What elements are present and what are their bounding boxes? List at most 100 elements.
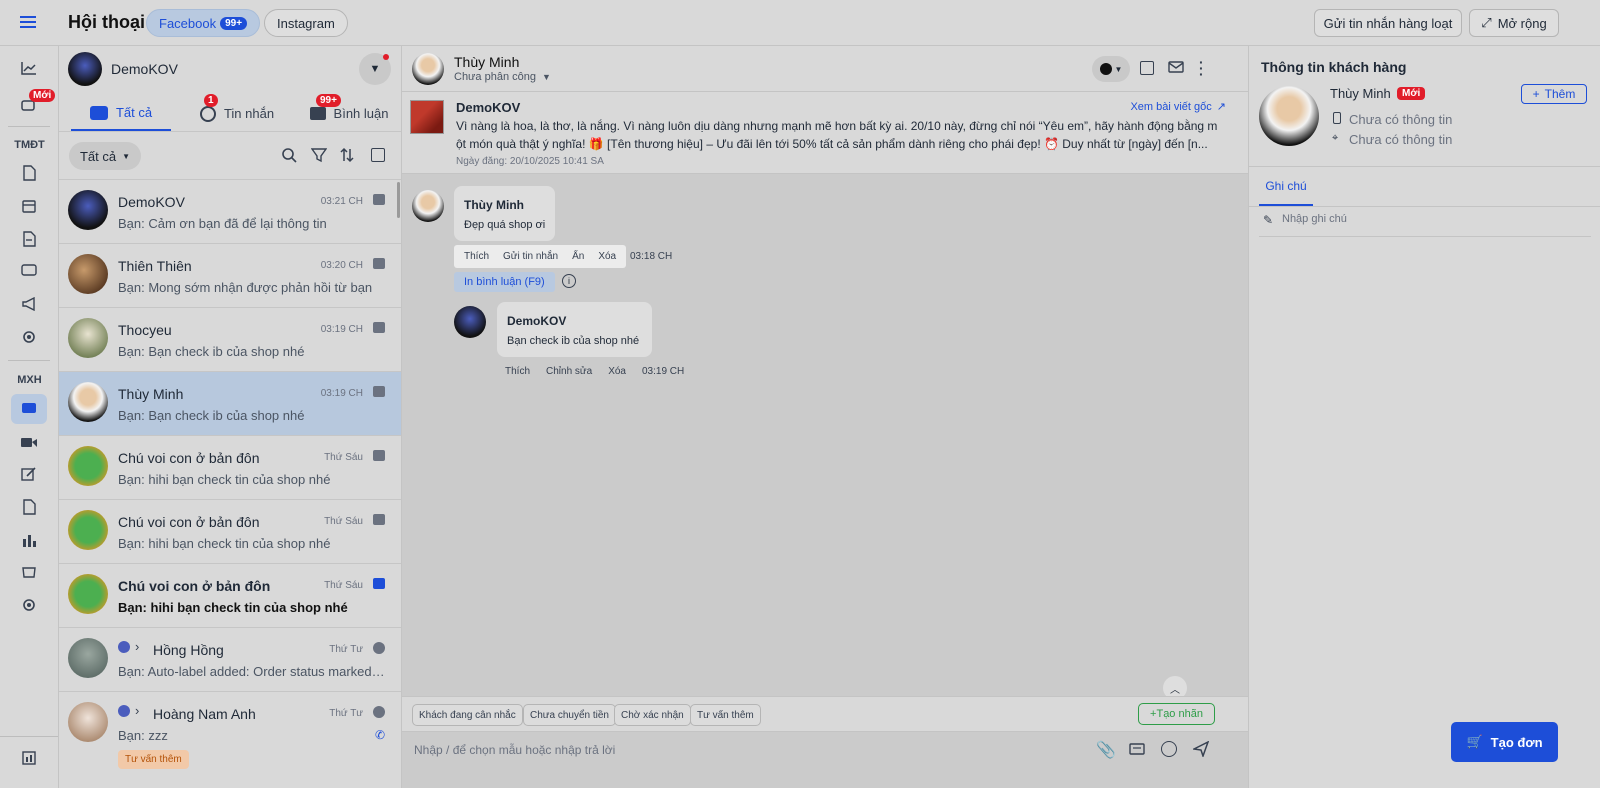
quick-tag[interactable]: Khách đang cân nhắc bbox=[412, 704, 523, 726]
view-original-post-link[interactable]: Xem bài viết gốc ↗ bbox=[1130, 100, 1226, 113]
filter-icon[interactable] bbox=[310, 147, 328, 166]
messenger-channel-icon bbox=[373, 642, 385, 654]
shop-settings-icon[interactable] bbox=[17, 560, 41, 584]
delete-action[interactable]: Xóa bbox=[608, 366, 626, 377]
file-icon[interactable] bbox=[17, 495, 41, 519]
import-icon[interactable] bbox=[17, 227, 41, 251]
info-title: Thông tin khách hàng bbox=[1261, 59, 1407, 75]
search-icon[interactable] bbox=[281, 147, 297, 166]
conversation-item[interactable]: DemoKOV 03:21 CH Bạn: Cảm ơn bạn đã để l… bbox=[59, 180, 401, 244]
create-order-button[interactable]: 🛒 Tạo đơn bbox=[1451, 722, 1558, 762]
conversation-item[interactable]: Chú voi con ở bản đôn Thứ Sáu Bạn: hihi … bbox=[59, 436, 401, 500]
commenter-avatar[interactable] bbox=[412, 190, 444, 222]
send-icon[interactable] bbox=[1191, 740, 1210, 760]
avatar bbox=[68, 382, 108, 422]
reply-input[interactable]: Nhập / để chọn mẫu hoặc nhập trả lời bbox=[414, 743, 1064, 757]
like-action[interactable]: Thích bbox=[505, 366, 530, 377]
tab-instagram[interactable]: Instagram bbox=[264, 9, 348, 37]
message-icon[interactable] bbox=[17, 259, 41, 283]
conversation-item-selected[interactable]: Thùy Minh 03:19 CH Bạn: Bạn check ib của… bbox=[59, 372, 401, 436]
new-badge: Mới bbox=[29, 89, 56, 102]
tab-all[interactable]: Tất cả bbox=[71, 96, 171, 131]
template-icon[interactable] bbox=[1129, 743, 1145, 760]
attachment-icon[interactable]: 📎 bbox=[1096, 740, 1116, 760]
conversation-item-unread[interactable]: Chú voi con ở bản đôn Thứ Sáu Bạn: hihi … bbox=[59, 564, 401, 628]
note-input[interactable]: Nhập ghi chú bbox=[1282, 213, 1347, 225]
box-icon[interactable] bbox=[17, 194, 41, 218]
messenger-icon bbox=[199, 105, 216, 122]
conversation-item[interactable]: Chú voi con ở bản đôn Thứ Sáu Bạn: hihi … bbox=[59, 500, 401, 564]
assign-dropdown[interactable]: Chưa phân công ▼ bbox=[454, 71, 551, 83]
chat-header: Thùy Minh Chưa phân công ▼ ▼ · · · bbox=[402, 46, 1248, 92]
conversation-item[interactable]: › Hồng Hồng Thứ Tư Bạn: Auto-label added… bbox=[59, 628, 401, 692]
edit-action[interactable]: Chỉnh sửa bbox=[546, 366, 592, 377]
chat-avatar[interactable] bbox=[412, 53, 444, 85]
comment-bubble: Thùy Minh Đẹp quá shop ơi bbox=[454, 186, 555, 241]
document-icon[interactable] bbox=[17, 161, 41, 185]
edit-icon[interactable] bbox=[17, 462, 41, 486]
comment-icon bbox=[309, 107, 326, 120]
avatar bbox=[68, 638, 108, 678]
conversation-item[interactable]: Thiên Thiên 03:20 CH Bạn: Mong sớm nhận … bbox=[59, 244, 401, 308]
gear-icon[interactable] bbox=[17, 593, 41, 617]
post-text-line1: Vì nàng là hoa, là thơ, là nắng. Vì nàng… bbox=[456, 119, 1218, 133]
add-info-button[interactable]: + Thêm bbox=[1521, 84, 1587, 104]
analytics-icon[interactable] bbox=[17, 56, 41, 80]
caret-down-icon: ▼ bbox=[122, 151, 131, 161]
avatar bbox=[68, 702, 108, 742]
customer-avatar[interactable] bbox=[1259, 86, 1319, 146]
chat-panel: Thùy Minh Chưa phân công ▼ ▼ · · · DemoKOV … bbox=[402, 46, 1249, 788]
delete-action[interactable]: Xóa bbox=[598, 251, 616, 262]
comment-text: Đẹp quá shop ơi bbox=[464, 219, 546, 231]
like-action[interactable]: Thích bbox=[464, 251, 489, 262]
cart-icon: 🛒 bbox=[1466, 734, 1483, 749]
more-options-icon[interactable]: · · · bbox=[1199, 55, 1204, 81]
avatar bbox=[68, 574, 108, 614]
tab-messages[interactable]: Tin nhắn bbox=[187, 96, 287, 131]
external-link-icon: ↗ bbox=[1216, 101, 1226, 113]
new-customer-badge: Mới bbox=[1397, 87, 1426, 100]
reply-author-avatar[interactable] bbox=[454, 306, 486, 338]
quick-tag[interactable]: Tư vấn thêm bbox=[690, 704, 761, 726]
conversation-item[interactable]: › Hoàng Nam Anh Thứ Tư Bạn: zzz ✆ Tư vấn… bbox=[59, 692, 401, 788]
conversation-item[interactable]: Thocyeu 03:19 CH Bạn: Bạn check ib của s… bbox=[59, 308, 401, 372]
tab-facebook[interactable]: Facebook 99+ bbox=[146, 9, 261, 37]
report-icon[interactable] bbox=[17, 746, 41, 770]
settings-icon[interactable] bbox=[17, 325, 41, 349]
megaphone-icon[interactable] bbox=[17, 292, 41, 316]
expand-button[interactable]: ⤢ Mở rộng bbox=[1469, 9, 1559, 37]
hide-action[interactable]: Ẩn bbox=[572, 251, 584, 262]
print-comment-button[interactable]: In bình luận (F9) bbox=[454, 272, 555, 292]
video-icon[interactable] bbox=[17, 430, 41, 454]
bulk-send-button[interactable]: Gửi tin nhắn hàng loạt bbox=[1314, 9, 1462, 37]
social-chat-icon[interactable] bbox=[11, 394, 47, 424]
info-icon[interactable]: i bbox=[562, 274, 576, 288]
account-avatar[interactable] bbox=[68, 52, 102, 86]
select-checkbox-icon[interactable] bbox=[1140, 61, 1154, 75]
menu-icon[interactable] bbox=[20, 14, 38, 30]
location-icon: ⌖ bbox=[1332, 132, 1339, 144]
account-name: DemoKOV bbox=[111, 61, 178, 77]
quick-tag[interactable]: Chờ xác nhận bbox=[614, 704, 691, 726]
mail-icon[interactable] bbox=[1168, 60, 1184, 77]
tab-comments[interactable]: Bình luận bbox=[299, 96, 399, 131]
comment-author: Thùy Minh bbox=[464, 198, 524, 212]
post-thumbnail[interactable] bbox=[410, 100, 444, 134]
bar-chart-icon[interactable] bbox=[17, 528, 41, 552]
emoji-icon[interactable] bbox=[1161, 741, 1177, 757]
quick-tag[interactable]: Chưa chuyển tiền bbox=[523, 704, 616, 726]
section-tmdt: TMĐT bbox=[14, 139, 45, 151]
chat-bubbles-icon bbox=[89, 105, 108, 120]
facebook-count-badge: 99+ bbox=[220, 16, 248, 30]
select-all-checkbox[interactable] bbox=[371, 148, 385, 162]
create-tag-button[interactable]: +Tạo nhãn bbox=[1138, 703, 1215, 725]
reply-bubble: DemoKOV Bạn check ib của shop nhé bbox=[497, 302, 652, 357]
send-message-action[interactable]: Gửi tin nhắn bbox=[503, 251, 558, 262]
phone-icon bbox=[1333, 112, 1341, 124]
sort-icon[interactable] bbox=[339, 147, 355, 166]
status-dropdown[interactable]: ▼ bbox=[1092, 56, 1130, 82]
filter-dropdown[interactable]: Tất cả ▼ bbox=[69, 142, 141, 170]
tab-notes[interactable]: Ghi chú bbox=[1259, 176, 1313, 206]
list-scrollbar[interactable] bbox=[397, 182, 400, 218]
page-title: Hội thoại bbox=[68, 12, 145, 32]
